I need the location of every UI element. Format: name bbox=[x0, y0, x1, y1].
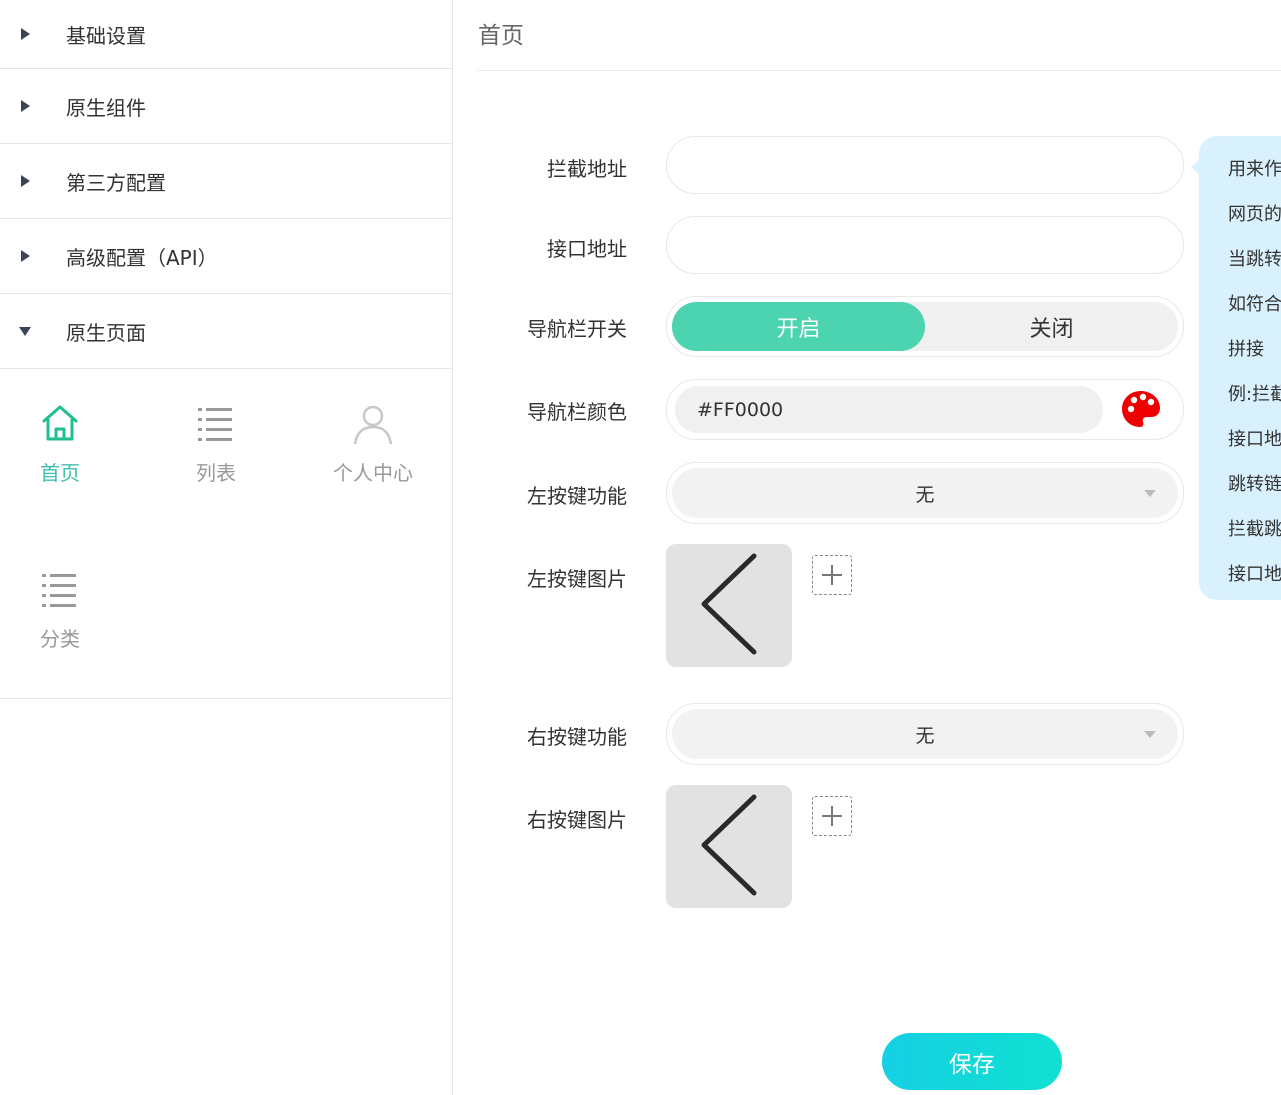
nav-switch-off-button[interactable]: 关闭 bbox=[925, 302, 1178, 351]
menu-item-label: 原生组件 bbox=[66, 95, 146, 120]
tooltip-line: 用来作 bbox=[1228, 159, 1281, 180]
help-tooltip: 用来作 网页的 当跳转 如符合 拼接 例:拦截 接口地 跳转链 拦截跳 接口地 bbox=[1199, 136, 1281, 600]
main-panel: 首页 拦截地址 接口地址 导航栏开关 开启 关闭 导航栏颜色 #FF0000 左… bbox=[454, 0, 1281, 1095]
menu-item-native-components[interactable]: 原生组件 bbox=[0, 69, 452, 144]
palette-icon[interactable] bbox=[1121, 389, 1161, 429]
right-func-field: 无 bbox=[666, 703, 1184, 765]
expand-arrow-icon bbox=[0, 28, 66, 40]
nav-switch-field: 开启 关闭 bbox=[666, 296, 1184, 357]
intercept-url-field bbox=[666, 136, 1184, 194]
menu-item-label: 基础设置 bbox=[66, 23, 146, 48]
save-button[interactable]: 保存 bbox=[882, 1033, 1062, 1090]
menu-item-label: 原生页面 bbox=[66, 320, 146, 345]
left-func-value: 无 bbox=[915, 483, 935, 506]
page-item-label: 列表 bbox=[196, 461, 236, 485]
menu-item-third-party[interactable]: 第三方配置 bbox=[0, 144, 452, 219]
tooltip-line: 接口地 bbox=[1228, 564, 1281, 585]
tooltip-line: 如符合 bbox=[1228, 294, 1281, 315]
list-icon bbox=[198, 408, 232, 441]
menu-item-native-pages[interactable]: 原生页面 bbox=[0, 294, 452, 369]
page-item-label: 个人中心 bbox=[333, 461, 413, 485]
tooltip-line: 拦截跳 bbox=[1228, 519, 1281, 540]
nav-switch-on-button[interactable]: 开启 bbox=[672, 302, 925, 351]
tooltip-line: 例:拦截 bbox=[1228, 384, 1281, 405]
divider bbox=[478, 70, 1281, 71]
page-item-label: 分类 bbox=[40, 627, 80, 651]
api-url-input[interactable] bbox=[667, 217, 1183, 273]
chevron-left-icon bbox=[701, 794, 757, 896]
right-func-value: 无 bbox=[915, 724, 935, 747]
list-icon bbox=[42, 574, 76, 607]
menu-item-label: 高级配置（API） bbox=[66, 245, 218, 270]
tooltip-line: 跳转链 bbox=[1228, 474, 1281, 495]
collapse-arrow-icon bbox=[0, 326, 66, 336]
user-icon bbox=[353, 405, 393, 445]
right-func-label: 右按键功能 bbox=[527, 725, 627, 749]
home-icon bbox=[42, 405, 78, 441]
tooltip-line: 接口地 bbox=[1228, 429, 1281, 450]
nav-color-field: #FF0000 bbox=[666, 379, 1184, 440]
menu-item-advanced-api[interactable]: 高级配置（API） bbox=[0, 219, 452, 294]
sidebar: 基础设置 原生组件 第三方配置 高级配置（API） 原生页面 首页 列表 个人中… bbox=[0, 0, 453, 1095]
chevron-left-icon bbox=[701, 553, 757, 655]
right-func-select[interactable]: 无 bbox=[672, 709, 1178, 759]
nav-switch-label: 导航栏开关 bbox=[527, 317, 627, 341]
page-item-category[interactable]: 分类 bbox=[10, 569, 110, 652]
page-title: 首页 bbox=[478, 23, 524, 49]
tooltip-line: 当跳转 bbox=[1228, 249, 1281, 270]
page-item-profile[interactable]: 个人中心 bbox=[323, 403, 423, 486]
expand-arrow-icon bbox=[0, 250, 66, 262]
tooltip-line: 拼接 bbox=[1228, 339, 1264, 360]
left-img-label: 左按键图片 bbox=[527, 567, 627, 591]
chevron-down-icon bbox=[1144, 731, 1156, 738]
native-page-grid: 首页 列表 个人中心 分类 bbox=[0, 369, 452, 699]
add-right-image-button[interactable] bbox=[812, 796, 852, 836]
left-func-select[interactable]: 无 bbox=[672, 468, 1178, 518]
chevron-down-icon bbox=[1144, 490, 1156, 497]
page-item-label: 首页 bbox=[40, 461, 80, 485]
nav-color-input[interactable]: #FF0000 bbox=[675, 386, 1103, 433]
add-left-image-button[interactable] bbox=[812, 555, 852, 595]
nav-color-label: 导航栏颜色 bbox=[527, 400, 627, 424]
api-url-label: 接口地址 bbox=[547, 237, 627, 261]
menu-item-basic-settings[interactable]: 基础设置 bbox=[0, 0, 452, 69]
nav-switch-toggle: 开启 关闭 bbox=[672, 302, 1178, 351]
page-item-home[interactable]: 首页 bbox=[10, 403, 110, 486]
expand-arrow-icon bbox=[0, 100, 66, 112]
right-img-label: 右按键图片 bbox=[527, 808, 627, 832]
left-button-image[interactable] bbox=[666, 544, 792, 667]
expand-arrow-icon bbox=[0, 175, 66, 187]
intercept-url-input[interactable] bbox=[667, 137, 1183, 193]
left-func-field: 无 bbox=[666, 462, 1184, 524]
api-url-field bbox=[666, 216, 1184, 274]
intercept-url-label: 拦截地址 bbox=[547, 157, 627, 181]
tooltip-line: 网页的 bbox=[1228, 204, 1281, 225]
page-item-list[interactable]: 列表 bbox=[166, 403, 266, 486]
left-func-label: 左按键功能 bbox=[527, 484, 627, 508]
right-button-image[interactable] bbox=[666, 785, 792, 908]
menu-item-label: 第三方配置 bbox=[66, 170, 166, 195]
